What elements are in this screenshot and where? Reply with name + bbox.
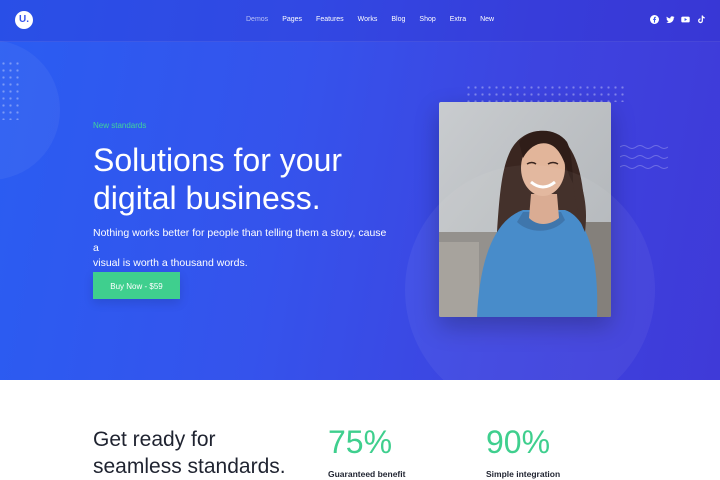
decorative-waves [620,145,668,169]
nav-item-blog[interactable]: Blog [391,16,405,23]
hero-headline: Solutions for your digital business. [93,141,423,217]
tiktok-icon[interactable] [697,15,706,24]
stat-value-integration: 90% [486,424,551,460]
buy-now-button[interactable]: Buy Now - $59 [93,272,180,299]
hero-tag: New standards [93,121,147,130]
hero-headline-line2: digital business. [93,180,321,216]
decorative-dots-left [0,60,22,120]
hero-description: Nothing works better for people than tel… [93,226,393,271]
nav-item-works[interactable]: Works [358,16,378,23]
features-heading-line1: Get ready for [93,428,216,451]
stat-label-integration: Simple integration [486,469,561,479]
stat-value-guaranteed: 75% [328,424,393,460]
nav-item-extra[interactable]: Extra [450,16,466,23]
brand-logo[interactable]: U. [15,11,33,29]
hero-section: U. Demos Pages Features Works Blog Shop … [0,0,720,380]
top-navigation: U. Demos Pages Features Works Blog Shop … [0,0,720,42]
facebook-icon[interactable] [650,15,659,24]
features-heading: Get ready for seamless standards. [93,426,313,480]
features-heading-line2: seamless standards. [93,455,286,478]
social-links [650,15,712,24]
nav-item-new[interactable]: New [480,16,494,23]
nav-item-features[interactable]: Features [316,16,344,23]
hero-headline-line1: Solutions for your [93,142,343,178]
stat-label-guaranteed: Guaranteed benefit [328,469,406,479]
hero-description-line1: Nothing works better for people than tel… [93,227,387,254]
youtube-icon[interactable] [681,15,690,24]
twitter-icon[interactable] [665,15,675,24]
nav-item-shop[interactable]: Shop [419,16,435,23]
nav-item-pages[interactable]: Pages [282,16,302,23]
main-menu: Demos Pages Features Works Blog Shop Ext… [246,16,508,23]
decorative-dots-right [465,84,625,102]
hero-description-line2: visual is worth a thousand words. [93,257,248,269]
hero-photo [439,102,611,317]
nav-item-demos[interactable]: Demos [246,16,268,23]
